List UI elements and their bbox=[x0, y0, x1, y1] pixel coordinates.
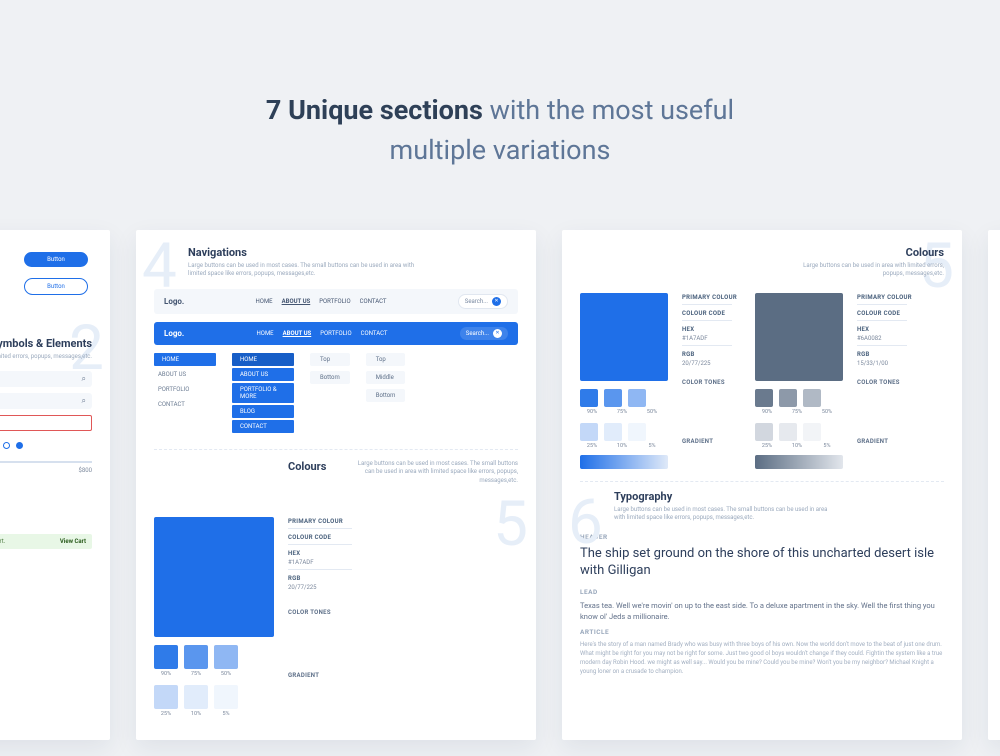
swatch-primary bbox=[154, 517, 274, 637]
nav-search-dark[interactable]: Search...✕ bbox=[460, 327, 508, 340]
nav-links-dark: HOME ABOUT US PORTFOLIO CONTACT bbox=[257, 330, 388, 337]
chip-bottom2[interactable]: Bottom bbox=[366, 389, 406, 402]
menu-a-3[interactable]: CONTACT bbox=[154, 398, 216, 411]
menu-a-1[interactable]: ABOUT US bbox=[154, 368, 216, 381]
card-symbols: Button Button 2 Symbols & Elements be us… bbox=[0, 230, 110, 740]
nav-home[interactable]: HOME bbox=[257, 330, 274, 337]
nav-portfolio[interactable]: PORTFOLIO bbox=[319, 298, 350, 305]
button-outline-1[interactable]: Button bbox=[24, 278, 88, 295]
nav-about[interactable]: ABOUT US bbox=[283, 330, 312, 337]
hero-bold: 7 Unique sections bbox=[266, 94, 483, 126]
card-iconset: 7 Icon Set Icons are most effective when… bbox=[988, 230, 1000, 740]
menu-b-1[interactable]: ABOUT US bbox=[232, 368, 294, 381]
typo-header: The ship set ground on the shore of this… bbox=[580, 545, 944, 580]
nav-about[interactable]: ABOUT US bbox=[282, 298, 311, 305]
swatch-grey bbox=[755, 293, 843, 381]
hero: 7 Unique sections with the most useful m… bbox=[0, 0, 1000, 210]
card-colours-typo: 5 Colours Large buttons can be used in a… bbox=[562, 230, 962, 740]
chip-bottom[interactable]: Bottom bbox=[310, 371, 350, 384]
tone-10 bbox=[184, 685, 208, 709]
typo-lead: Texas tea. Well we're movin' on up to th… bbox=[580, 600, 944, 623]
chip-middle[interactable]: Middle bbox=[366, 371, 406, 384]
colours-title-2: Colours bbox=[784, 246, 944, 259]
menu-b-2[interactable]: PORTFOLIO & MORE bbox=[232, 383, 294, 403]
search-icon: ⌕ bbox=[82, 396, 86, 406]
toast-success: een added to your cart. View Cart bbox=[0, 534, 92, 549]
symbols-title: Symbols & Elements bbox=[0, 337, 92, 350]
symbols-desc: be used in area with limited errors, pop… bbox=[0, 353, 92, 361]
radio-off[interactable] bbox=[3, 442, 10, 449]
typo-title: Typography bbox=[614, 490, 944, 503]
search-go-icon[interactable]: ✕ bbox=[492, 297, 501, 306]
hero-heading: 7 Unique sections with the most useful m… bbox=[266, 90, 734, 171]
nav-links-light: HOME ABOUT US PORTFOLIO CONTACT bbox=[256, 298, 387, 305]
swatch-meta: PRIMARY COLOUR COLOUR CODE HEX #1A7ADF R… bbox=[288, 517, 352, 717]
gradient-grey bbox=[755, 455, 843, 469]
search-input-2[interactable]: ⌕ bbox=[0, 393, 92, 409]
toast-text: een added to your cart. bbox=[0, 538, 5, 545]
button-primary-1[interactable]: Button bbox=[24, 252, 88, 267]
menu-a-2[interactable]: PORTFOLIO bbox=[154, 383, 216, 396]
nav-portfolio[interactable]: PORTFOLIO bbox=[320, 330, 351, 337]
nav-contact[interactable]: CONTACT bbox=[361, 330, 388, 337]
nav-search-light[interactable]: Search...✕ bbox=[458, 294, 508, 309]
cards-row: Button Button 2 Symbols & Elements be us… bbox=[0, 230, 1000, 740]
slider-max: $800 bbox=[79, 467, 93, 474]
hero-rest1: with the most useful bbox=[483, 94, 734, 126]
typo-lead-label: LEAD bbox=[580, 588, 944, 596]
tone-75 bbox=[184, 645, 208, 669]
nav-desc: Large buttons can be used in most cases.… bbox=[188, 262, 418, 279]
typo-article-label: ARTICLE bbox=[580, 628, 944, 636]
card-navigations: 4 Navigations Large buttons can be used … bbox=[136, 230, 536, 740]
nav-contact[interactable]: CONTACT bbox=[360, 298, 387, 305]
colours-block: 90% 75% 50% 25% 10% 5% PRIMARY COLOUR bbox=[154, 517, 518, 717]
chip-top[interactable]: Top bbox=[310, 353, 350, 366]
range-slider[interactable] bbox=[0, 461, 92, 463]
colours-desc: Large buttons can be used in most cases.… bbox=[348, 460, 518, 485]
radio-on-2[interactable] bbox=[16, 442, 23, 449]
section-number-4: 4 bbox=[142, 236, 177, 298]
menu-b-4[interactable]: CONTACT bbox=[232, 420, 294, 433]
tone-25 bbox=[154, 685, 178, 709]
typo-article: Here's the story of a man named Brady wh… bbox=[580, 640, 944, 676]
tag-row: Add Tag × bbox=[0, 439, 92, 451]
hero-rest2: multiple variations bbox=[390, 134, 611, 166]
menu-columns: HOME ABOUT US PORTFOLIO CONTACT HOME ABO… bbox=[154, 353, 518, 433]
typo-desc: Large buttons can be used in most cases.… bbox=[614, 506, 834, 523]
colours-title: Colours bbox=[288, 460, 326, 473]
logo-dark[interactable]: Logo. bbox=[164, 329, 184, 338]
menu-a-0[interactable]: HOME bbox=[154, 353, 216, 366]
menu-b-3[interactable]: BLOG bbox=[232, 405, 294, 418]
error-input[interactable]: Format bbox=[0, 415, 92, 431]
tone-50 bbox=[214, 645, 238, 669]
chip-top2[interactable]: Top bbox=[366, 353, 406, 366]
typo-header-label: HEADER bbox=[580, 533, 944, 541]
swatch-blue bbox=[580, 293, 668, 381]
tone-90 bbox=[154, 645, 178, 669]
gradient-blue bbox=[580, 455, 668, 469]
colours-desc-2: Large buttons can be used in area with l… bbox=[784, 262, 944, 279]
menu-b-0[interactable]: HOME bbox=[232, 353, 294, 366]
toast-link[interactable]: View Cart bbox=[60, 538, 86, 545]
navbar-dark: Logo. HOME ABOUT US PORTFOLIO CONTACT Se… bbox=[154, 322, 518, 345]
nav-home[interactable]: HOME bbox=[256, 298, 273, 305]
navbar-light: Logo. HOME ABOUT US PORTFOLIO CONTACT Se… bbox=[154, 289, 518, 314]
nav-title: Navigations bbox=[188, 246, 518, 259]
search-go-icon[interactable]: ✕ bbox=[493, 329, 502, 338]
tone-5 bbox=[214, 685, 238, 709]
